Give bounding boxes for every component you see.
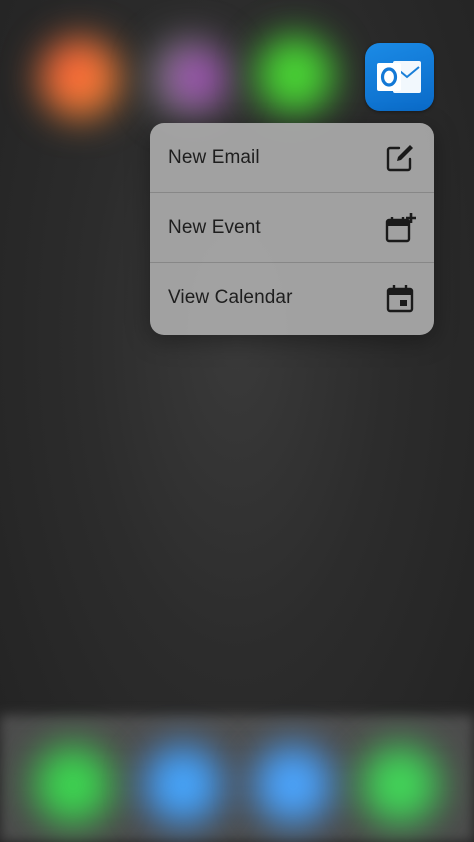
blurred-dock-icon-4 (360, 745, 440, 825)
new-email-label: New Email (168, 146, 260, 168)
view-calendar-label: View Calendar (168, 287, 293, 308)
quick-actions-menu: New Email New Event View Calendar (150, 123, 434, 335)
calendar-icon (386, 285, 414, 313)
calendar-add-icon (385, 212, 416, 242)
new-event-label: New Event (168, 216, 261, 238)
blurred-app-icon-1 (40, 38, 120, 118)
blurred-dock-icon-3 (253, 745, 333, 825)
outlook-icon (377, 61, 421, 93)
compose-icon (386, 144, 413, 171)
blurred-dock-icon-2 (143, 745, 223, 825)
blurred-dock-icon-1 (33, 745, 113, 825)
new-email-action[interactable]: New Email (150, 123, 434, 193)
outlook-app-icon[interactable] (365, 43, 434, 111)
view-calendar-action[interactable]: View Calendar (150, 263, 434, 333)
blurred-app-icon-3 (255, 35, 335, 115)
blurred-app-icon-2 (150, 38, 230, 118)
new-event-action[interactable]: New Event (150, 193, 434, 263)
